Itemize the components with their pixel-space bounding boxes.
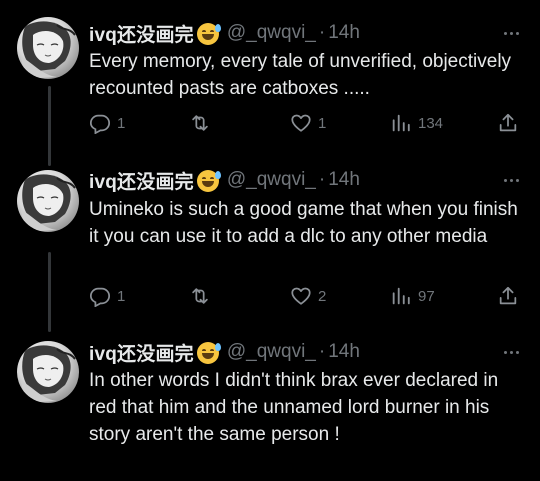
display-name[interactable]: ivq还没画完 [89, 20, 194, 47]
heart-icon [291, 287, 311, 305]
display-name[interactable]: ivq还没画完 [89, 339, 194, 366]
tweet-header: ivq还没画完 @_qwqvi_ · 14h [89, 20, 360, 46]
like-button[interactable]: 2 [290, 284, 326, 308]
tweet-text: In other words I didn't think brax ever … [89, 370, 499, 445]
retweet-button[interactable] [189, 284, 217, 308]
avatar[interactable] [17, 170, 79, 232]
reply-button[interactable]: 1 [89, 284, 125, 308]
retweet-icon [192, 288, 208, 304]
separator-dot: · [318, 341, 326, 362]
analytics-icon [392, 114, 410, 132]
reply-count: 1 [117, 287, 126, 305]
reply-button[interactable]: 1 [89, 111, 125, 135]
action-bar: 1 1 134 [89, 111, 529, 135]
tweet[interactable]: ivq还没画完 @_qwqvi_ · 14h In other words I … [0, 332, 540, 481]
user-handle[interactable]: @_qwqvi_ [227, 341, 316, 363]
avatar-illustration [21, 21, 76, 79]
share-icon [499, 113, 517, 132]
timestamp[interactable]: 14h [328, 169, 360, 191]
view-count: 97 [418, 287, 435, 305]
heart-icon [291, 114, 311, 132]
share-button[interactable] [497, 284, 519, 308]
reply-count: 1 [117, 114, 126, 132]
views-button[interactable]: 134 [390, 111, 443, 135]
grinning-face-with-sweat-icon [196, 170, 221, 192]
views-button[interactable]: 97 [390, 284, 435, 308]
analytics-icon [392, 287, 410, 305]
more-icon[interactable] [500, 341, 522, 363]
retweet-button[interactable] [189, 111, 217, 135]
timestamp[interactable]: 14h [328, 341, 360, 363]
grinning-face-with-sweat-icon [196, 23, 221, 45]
display-name[interactable]: ivq还没画完 [89, 167, 194, 194]
tweet[interactable]: ivq还没画完 @_qwqvi_ · 14h Umineko is such a… [0, 166, 540, 332]
user-handle[interactable]: @_qwqvi_ [227, 22, 316, 44]
share-button[interactable] [497, 111, 519, 135]
action-bar: 1 2 97 [89, 284, 529, 308]
timestamp[interactable]: 14h [328, 22, 360, 44]
avatar[interactable] [17, 341, 79, 403]
separator-dot: · [318, 169, 326, 190]
avatar-illustration [21, 345, 76, 403]
share-icon [499, 286, 517, 305]
retweet-icon [192, 115, 208, 131]
tweet-text: Umineko is such a good game that when yo… [89, 199, 518, 247]
like-count: 1 [318, 114, 327, 132]
separator-dot: · [318, 22, 326, 43]
more-icon[interactable] [500, 22, 522, 44]
tweet-header: ivq还没画完 @_qwqvi_ · 14h [89, 167, 360, 193]
tweet[interactable]: ivq还没画完 @_qwqvi_ · 14h Every memory, eve… [0, 0, 540, 166]
user-handle[interactable]: @_qwqvi_ [227, 169, 316, 191]
like-button[interactable]: 1 [290, 111, 326, 135]
tweet-text: Every memory, every tale of unverified, … [89, 51, 512, 99]
like-count: 2 [318, 287, 327, 305]
reply-icon [89, 287, 111, 307]
tweet-thread: ivq还没画完 @_qwqvi_ · 14h Every memory, eve… [0, 0, 540, 481]
view-count: 134 [418, 114, 444, 132]
grinning-face-with-sweat-icon [196, 342, 221, 364]
tweet-header: ivq还没画完 @_qwqvi_ · 14h [89, 339, 360, 365]
more-icon[interactable] [500, 169, 522, 191]
avatar[interactable] [17, 17, 79, 79]
avatar-illustration [21, 174, 76, 232]
reply-icon [89, 114, 111, 134]
